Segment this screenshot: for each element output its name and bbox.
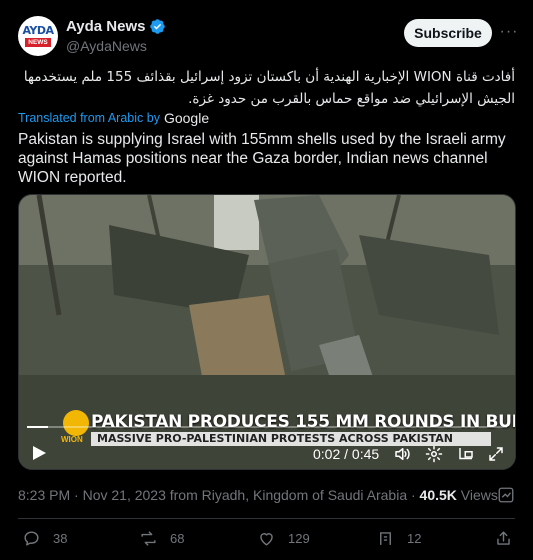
author-name-row[interactable]: Ayda News: [66, 18, 166, 35]
divider: [18, 518, 515, 519]
repost-icon: [141, 531, 156, 546]
author-handle[interactable]: @AydaNews: [66, 38, 147, 54]
like-icon: [260, 533, 273, 546]
like-button[interactable]: 129: [257, 529, 310, 548]
pip-icon[interactable]: [457, 445, 475, 463]
repost-count: 68: [170, 531, 185, 546]
avatar-logo-band: NEWS: [25, 38, 51, 47]
play-icon[interactable]: [31, 445, 47, 461]
video-time: 0:02 / 0:45: [313, 446, 380, 462]
video-headline: PAKISTAN PRODUCES 155 MM ROUNDS IN BULK: [91, 412, 516, 432]
share-icon: [497, 531, 510, 545]
like-count: 129: [288, 531, 310, 546]
post-text-original: أفادت قناة WION الإخبارية الهندية أن باك…: [23, 69, 515, 107]
reply-count: 38: [53, 531, 68, 546]
video-progress-fill: [27, 426, 49, 428]
post-timestamp[interactable]: 8:23 PM · Nov 21, 2023 from Riyadh, King…: [18, 487, 416, 503]
share-button[interactable]: [494, 529, 513, 548]
display-name[interactable]: Ayda News: [66, 18, 145, 35]
reply-button[interactable]: 38: [22, 529, 67, 548]
post-meta: 8:23 PM · Nov 21, 2023 from Riyadh, King…: [18, 487, 498, 503]
video-ticker: MASSIVE PRO-PALESTINIAN PROTESTS ACROSS …: [91, 432, 491, 446]
translation-note[interactable]: Translated from Arabic by Google: [18, 110, 209, 126]
settings-icon[interactable]: [425, 445, 443, 463]
fullscreen-icon[interactable]: [487, 445, 505, 463]
video-progress-bar[interactable]: [27, 426, 507, 428]
reply-icon: [24, 531, 39, 546]
avatar[interactable]: AYDA NEWS: [18, 16, 58, 56]
grok-icon[interactable]: [497, 486, 515, 504]
bookmark-button[interactable]: 12: [376, 529, 421, 548]
channel-logo: WION: [61, 435, 83, 444]
video-player[interactable]: WION PAKISTAN PRODUCES 155 MM ROUNDS IN …: [18, 194, 516, 470]
views-count: 40.5K: [419, 487, 457, 503]
avatar-logo-text: AYDA: [22, 24, 54, 37]
volume-icon[interactable]: [393, 445, 411, 463]
verified-badge-icon: [150, 19, 166, 34]
channel-logo-icon: [63, 410, 89, 436]
bookmark-count: 12: [407, 531, 422, 546]
repost-button[interactable]: 68: [139, 529, 184, 548]
translated-label: Translated from Arabic by: [18, 111, 160, 125]
more-icon[interactable]: ···: [500, 22, 518, 42]
views-label: Views: [460, 487, 498, 503]
subscribe-button[interactable]: Subscribe: [404, 19, 492, 47]
bookmark-icon: [380, 532, 391, 545]
google-logo: Google: [163, 110, 210, 126]
post-text-translated: Pakistan is supplying Israel with 155mm …: [18, 131, 506, 186]
